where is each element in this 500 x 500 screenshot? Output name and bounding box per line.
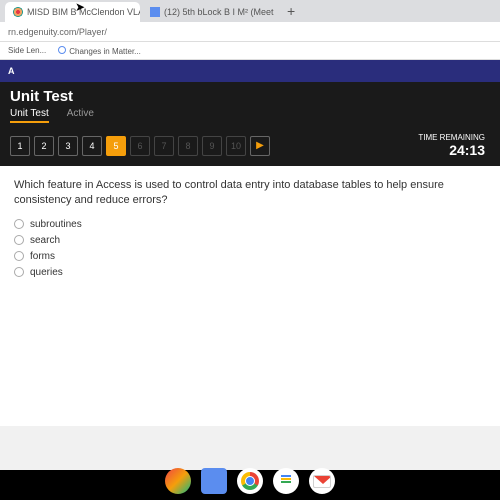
- timer-value: 24:13: [418, 142, 485, 158]
- test-subtitle: Unit Test: [10, 108, 49, 123]
- bookmark-item[interactable]: Side Len...: [8, 46, 46, 55]
- question-text: Which feature in Access is used to contr…: [14, 178, 486, 209]
- radio-icon[interactable]: [14, 235, 24, 245]
- question-nav-row: 1 2 3 4 5 6 7 8 9 10 ▶ TIME REMAINING 24…: [0, 127, 500, 166]
- tab-label: (12) 5th bLock B I M² (Meet: [164, 7, 274, 17]
- bookmark-item[interactable]: Changes in Matter...: [58, 46, 141, 56]
- test-header: Unit Test Unit Test Active: [0, 82, 500, 127]
- option-1[interactable]: subroutines: [14, 219, 486, 230]
- question-numbers: 1 2 3 4 5 6 7 8 9 10 ▶: [10, 136, 270, 156]
- bookmark-icon: [58, 46, 66, 54]
- question-nav-3[interactable]: 3: [58, 136, 78, 156]
- browser-tab-2[interactable]: (12) 5th bLock B I M² (Meet ×: [142, 2, 277, 22]
- url-text: rn.edgenuity.com/Player/: [8, 27, 107, 37]
- tab-favicon-2: [150, 7, 160, 17]
- question-nav-1[interactable]: 1: [10, 136, 30, 156]
- mouse-cursor: ➤: [75, 0, 85, 14]
- test-title: Unit Test: [10, 88, 490, 105]
- app-header-band: A: [0, 60, 500, 82]
- timer: TIME REMAINING 24:13: [418, 133, 485, 158]
- option-label: queries: [30, 267, 63, 278]
- option-3[interactable]: forms: [14, 251, 486, 262]
- question-nav-2[interactable]: 2: [34, 136, 54, 156]
- option-4[interactable]: queries: [14, 267, 486, 278]
- dock-app-docs-icon[interactable]: [273, 468, 299, 494]
- app-label: A: [8, 66, 15, 76]
- question-area: Which feature in Access is used to contr…: [0, 166, 500, 426]
- new-tab-button[interactable]: +: [279, 3, 303, 19]
- dock-app-chrome-icon[interactable]: [237, 468, 263, 494]
- browser-tab-1[interactable]: MISD BIM B McClendon VLA - E ×: [5, 2, 140, 22]
- question-nav-5[interactable]: 5: [106, 136, 126, 156]
- option-label: forms: [30, 251, 55, 262]
- radio-icon[interactable]: [14, 219, 24, 229]
- bookmarks-bar: Side Len... Changes in Matter...: [0, 42, 500, 60]
- option-2[interactable]: search: [14, 235, 486, 246]
- timer-label: TIME REMAINING: [418, 133, 485, 142]
- tab-favicon-1: [13, 7, 23, 17]
- dock-app-1[interactable]: [165, 468, 191, 494]
- option-label: search: [30, 235, 60, 246]
- os-dock: [165, 468, 335, 494]
- radio-icon[interactable]: [14, 251, 24, 261]
- question-nav-9[interactable]: 9: [202, 136, 222, 156]
- radio-icon[interactable]: [14, 267, 24, 277]
- question-nav-10[interactable]: 10: [226, 136, 246, 156]
- option-label: subroutines: [30, 219, 82, 230]
- question-nav-7[interactable]: 7: [154, 136, 174, 156]
- dock-app-teams-icon[interactable]: [201, 468, 227, 494]
- question-nav-6[interactable]: 6: [130, 136, 150, 156]
- dock-app-gmail-icon[interactable]: [309, 468, 335, 494]
- question-nav-4[interactable]: 4: [82, 136, 102, 156]
- test-status: Active: [67, 108, 94, 123]
- url-bar[interactable]: rn.edgenuity.com/Player/: [0, 22, 500, 42]
- next-question-button[interactable]: ▶: [250, 136, 270, 156]
- question-nav-8[interactable]: 8: [178, 136, 198, 156]
